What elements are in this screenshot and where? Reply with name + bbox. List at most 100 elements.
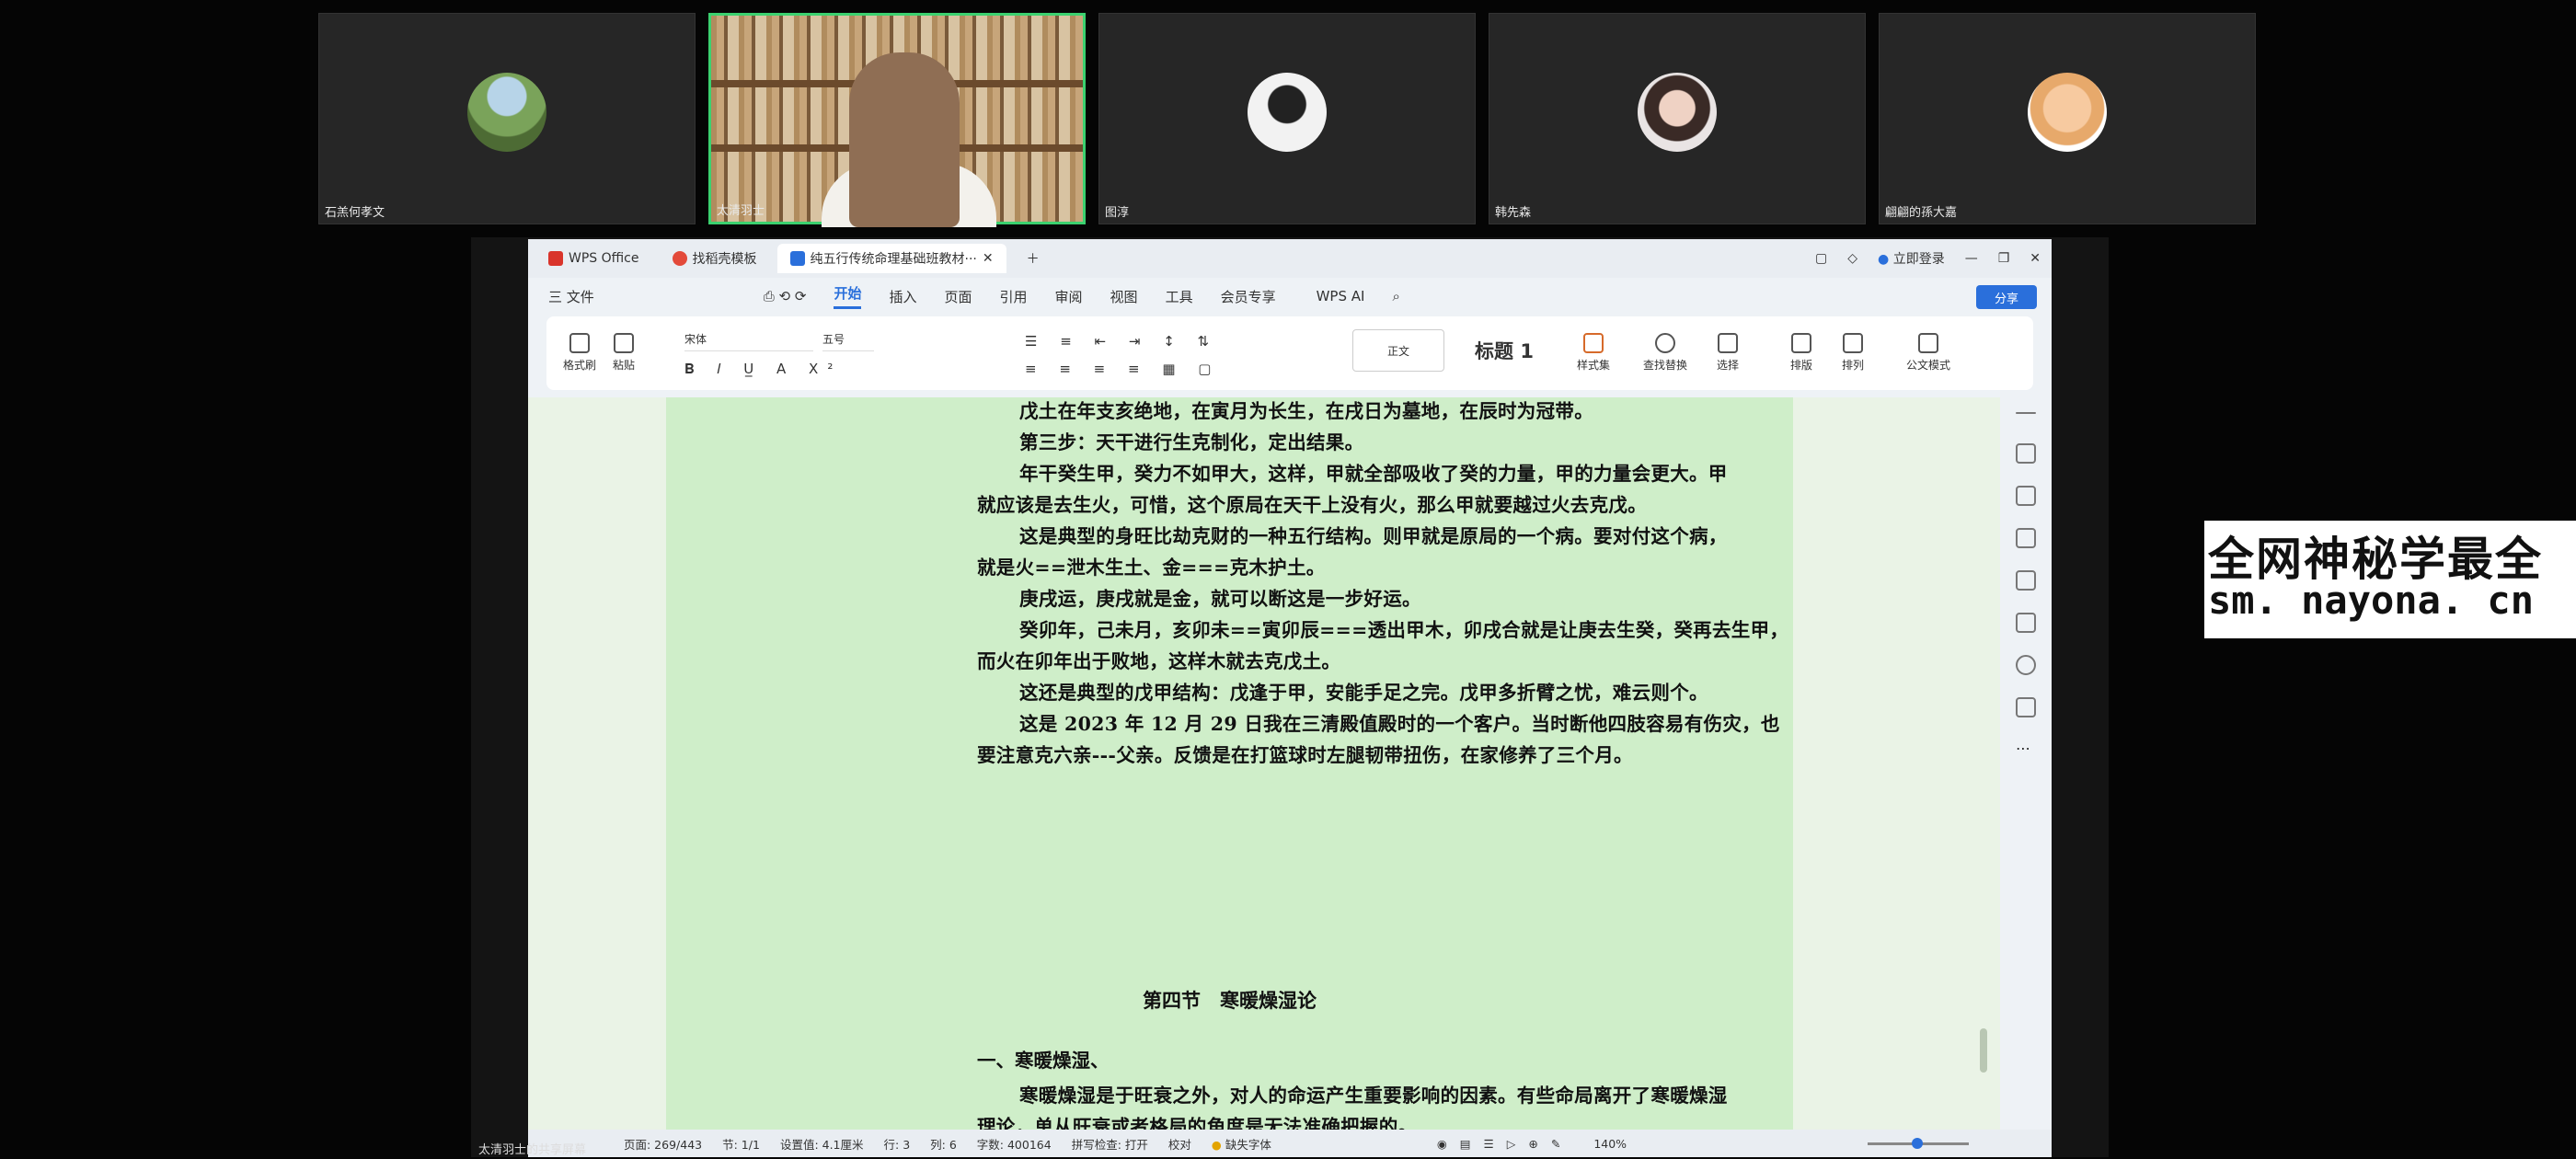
tab-label: WPS Office bbox=[569, 251, 639, 266]
avatar bbox=[467, 73, 546, 152]
tab-label: 找稻壳模板 bbox=[692, 252, 757, 267]
menu-review[interactable]: 审阅 bbox=[1055, 287, 1083, 306]
status-bar: 页面: 269/443 节: 1/1 设置值: 4.1厘米 行: 3 列: 6 … bbox=[528, 1130, 2052, 1157]
button-label: 排版 bbox=[1790, 359, 1813, 372]
compare-icon[interactable] bbox=[2016, 528, 2036, 548]
style-heading1[interactable]: 标题 1 bbox=[1454, 329, 1555, 372]
search-icon[interactable]: ⌕ bbox=[1392, 288, 1399, 304]
style-normal[interactable]: 正文 bbox=[1352, 329, 1444, 372]
status-spell[interactable]: 拼写检查: 打开 bbox=[1072, 1135, 1148, 1153]
menu-page[interactable]: 页面 bbox=[945, 287, 972, 306]
status-zoom[interactable]: 140% bbox=[1593, 1137, 1627, 1151]
restore-icon[interactable]: ❐ bbox=[1998, 251, 2010, 266]
styles-icon bbox=[1583, 333, 1604, 353]
pen-icon[interactable] bbox=[2016, 443, 2036, 464]
status-words[interactable]: 字数: 400164 bbox=[977, 1135, 1052, 1153]
participant-name: 翩翩的孫大嘉 bbox=[1885, 206, 1958, 220]
menu-references[interactable]: 引用 bbox=[1000, 287, 1028, 306]
watermark-line2: sm. nayona. cn bbox=[2208, 578, 2535, 623]
scroll-thumb[interactable] bbox=[1980, 1028, 1987, 1073]
zoom-slider-knob[interactable] bbox=[1912, 1138, 1923, 1149]
tools-icon[interactable] bbox=[2016, 613, 2036, 633]
paste-button[interactable]: 粘贴 bbox=[613, 333, 635, 373]
layout-button[interactable]: 排版 bbox=[1790, 333, 1812, 373]
watermark: 全网神秘学最全 sm. nayona. cn bbox=[2204, 521, 2576, 638]
new-tab-button[interactable]: ＋ bbox=[1014, 244, 1052, 273]
doc-line: 就应该是去生火，可惜，这个原局在天干上没有火，那么甲就要越过火去克戊。 bbox=[977, 494, 1647, 516]
collapse-icon[interactable] bbox=[2016, 412, 2036, 414]
format-painter-button[interactable]: 格式刷 bbox=[563, 333, 596, 373]
participant-tile-active[interactable]: 太清羽士 bbox=[708, 13, 1086, 227]
close-icon[interactable]: ✕ bbox=[2030, 251, 2041, 266]
status-proof[interactable]: 校对 bbox=[1168, 1135, 1191, 1153]
paragraph-icons[interactable]: ☰ ≡ ⇤ ⇥ ↕ ⇅ bbox=[1025, 333, 1218, 350]
styles-button[interactable]: 样式集 bbox=[1577, 333, 1610, 373]
button-label: 格式刷 bbox=[563, 359, 597, 372]
menu-member[interactable]: 会员专享 bbox=[1221, 287, 1276, 306]
doc-line: 而火在卯年出于败地，这样木就去克戊土。 bbox=[977, 650, 1341, 672]
arrange-button[interactable]: 排列 bbox=[1842, 333, 1864, 373]
close-tab-icon[interactable]: ✕ bbox=[983, 251, 994, 266]
participant-name: 太清羽士 bbox=[717, 204, 765, 218]
status-page[interactable]: 页面: 269/443 bbox=[624, 1135, 702, 1153]
gift-icon[interactable] bbox=[2016, 697, 2036, 717]
avatar bbox=[2028, 73, 2107, 152]
menu-home[interactable]: 开始 bbox=[834, 283, 862, 309]
document-page[interactable]: 戊土在年支亥绝地，在寅月为长生，在戌日为墓地，在辰时为冠带。 第三步：天干进行生… bbox=[666, 397, 1793, 1130]
login-link[interactable]: ● 立即登录 bbox=[1878, 249, 1945, 268]
participant-tile[interactable]: 图淳 bbox=[1098, 13, 1476, 224]
menu-file-actions[interactable]: ⎙ ⟲ ⟳ bbox=[764, 288, 807, 304]
brush-icon bbox=[569, 333, 590, 353]
font-size-select[interactable]: 五号 bbox=[822, 331, 874, 351]
button-label: 公文模式 bbox=[1906, 359, 1951, 372]
avatar bbox=[1638, 73, 1717, 152]
edit-icon[interactable] bbox=[2016, 570, 2036, 591]
magnifier-icon bbox=[1655, 333, 1675, 353]
text-format-icons[interactable]: 𝐁 𝐼 U̲ A X² bbox=[684, 361, 842, 377]
tab-templates[interactable]: 找稻壳模板 bbox=[660, 244, 770, 273]
menu-bar: 三 文件 ⎙ ⟲ ⟳ 开始 插入 页面 引用 审阅 视图 工具 会员专享 WPS… bbox=[528, 278, 2052, 315]
menu-wps-ai[interactable]: WPS AI bbox=[1317, 288, 1365, 304]
doc-line: 年干癸生甲，癸力不如甲大，这样，甲就全部吸收了癸的力量，甲的力量会更大。甲 bbox=[1019, 463, 1728, 485]
menu-file[interactable]: 三 文件 bbox=[548, 287, 594, 306]
window-layout-icon[interactable]: ▢ bbox=[1815, 251, 1827, 266]
subsection-title: 一、寒暖燥湿、 bbox=[977, 1050, 1110, 1072]
ribbon-toolbar: 格式刷 粘贴 宋体 五号 𝐁 𝐼 U̲ A X² ☰ ≡ ⇤ ⇥ ↕ ⇅ ≡ ≡… bbox=[546, 316, 2033, 390]
status-section: 节: 1/1 bbox=[722, 1137, 760, 1152]
official-mode-button[interactable]: 公文模式 bbox=[1906, 333, 1950, 373]
status-row: 行: 3 bbox=[883, 1137, 911, 1152]
layout-icon bbox=[1791, 333, 1811, 353]
document-area[interactable]: 戊土在年支亥绝地，在寅月为长生，在戌日为墓地，在辰时为冠带。 第三步：天干进行生… bbox=[528, 397, 2052, 1130]
status-font-missing[interactable]: ● 缺失字体 bbox=[1212, 1135, 1271, 1153]
view-mode-icons[interactable]: ◉▤☰▷⊕✎ bbox=[1437, 1137, 1573, 1151]
select-button[interactable]: 选择 bbox=[1717, 333, 1739, 373]
user-icon: ● bbox=[1878, 252, 1890, 267]
help-icon[interactable] bbox=[2016, 655, 2036, 675]
warning-icon: ● bbox=[1211, 1137, 1222, 1152]
align-icons[interactable]: ≡ ≡ ≡ ≡ ▦ ▢ bbox=[1025, 361, 1220, 377]
login-label: 立即登录 bbox=[1892, 252, 1945, 267]
participant-tile[interactable]: 翩翩的孫大嘉 bbox=[1879, 13, 2256, 224]
share-button[interactable]: 分享 bbox=[1976, 285, 2037, 309]
menu-tools[interactable]: 工具 bbox=[1166, 287, 1193, 306]
cursor-icon[interactable] bbox=[2016, 486, 2036, 506]
tab-document[interactable]: 纯五行传统命理基础班教材··· ✕ bbox=[776, 244, 1006, 273]
button-label: 样式集 bbox=[1577, 359, 1611, 372]
font-missing-label: 缺失字体 bbox=[1225, 1137, 1271, 1152]
doc-line: 癸卯年，己未月，亥卯未==寅卯辰===透出甲木，卯戌合就是让庚去生癸，癸再去生甲… bbox=[1019, 619, 1789, 641]
more-icon[interactable]: ⋯ bbox=[2016, 740, 2036, 760]
font-select[interactable]: 宋体 bbox=[684, 331, 813, 351]
find-replace-button[interactable]: 查找替换 bbox=[1643, 333, 1687, 373]
clipboard-icon bbox=[614, 333, 634, 353]
wps-window: WPS Office 找稻壳模板 纯五行传统命理基础班教材··· ✕ ＋ ▢ ◇… bbox=[528, 239, 2052, 1157]
participant-tile[interactable]: 石羔何孝文 bbox=[318, 13, 696, 224]
vertical-scrollbar[interactable] bbox=[1980, 403, 1987, 1102]
menu-view[interactable]: 视图 bbox=[1110, 287, 1138, 306]
participant-tile[interactable]: 韩先森 bbox=[1489, 13, 1866, 224]
video-person-head bbox=[849, 52, 960, 227]
plus-icon: ＋ bbox=[1026, 252, 1040, 267]
minimize-icon[interactable]: — bbox=[1965, 251, 1978, 266]
tab-wps-office[interactable]: WPS Office bbox=[535, 244, 652, 273]
menu-insert[interactable]: 插入 bbox=[889, 287, 916, 306]
cube-icon[interactable]: ◇ bbox=[1847, 251, 1857, 266]
